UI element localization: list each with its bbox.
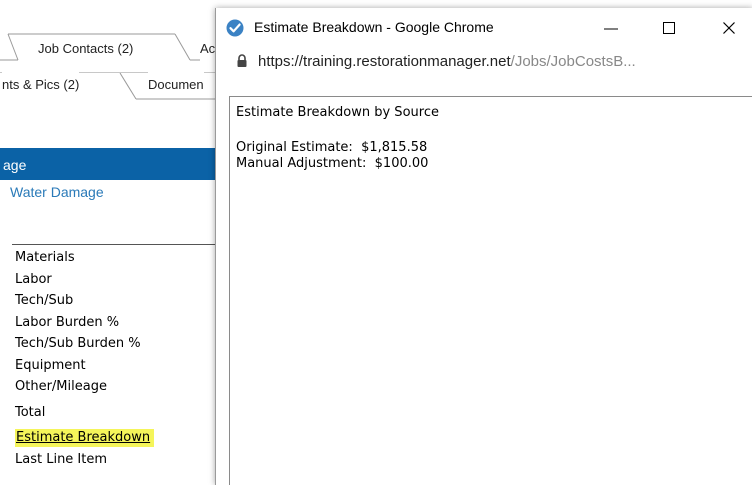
estimate-breakdown-link[interactable]: Estimate Breakdown [15,429,155,447]
tab-ac-label: Ac [200,41,216,56]
manual-adjustment-label: Manual Adjustment: [236,156,367,171]
address-bar[interactable]: https://training.restorationmanager.net/… [216,48,752,76]
url-host: https://training.restorationmanager.net [258,53,511,70]
minimize-icon [604,28,618,30]
original-estimate-label: Original Estimate: [236,140,353,155]
url-text[interactable]: https://training.restorationmanager.net/… [258,53,636,70]
url-path: /Jobs/JobCostsB... [510,53,636,70]
cost-item-total: Total [15,404,46,420]
cost-item-labor-burden: Labor Burden % [15,314,120,330]
original-estimate-row: Original Estimate: $1,815.58 [236,140,427,155]
page-content: Estimate Breakdown by Source Original Es… [229,96,752,485]
water-damage-link[interactable]: Water Damage [10,184,104,200]
cost-item-tech-sub-burden: Tech/Sub Burden % [15,336,141,351]
cost-item-other-mileage: Other/Mileage [15,379,107,394]
close-icon [723,22,735,34]
section-header-label: age [3,157,27,173]
close-button[interactable] [706,8,752,48]
tab-job-contacts[interactable]: Job Contacts (2) [38,36,134,62]
breakdown-heading: Estimate Breakdown by Source [236,105,439,120]
divider [12,244,220,245]
cost-item-labor: Labor [15,271,52,287]
minimize-button[interactable] [588,8,634,48]
tab-row-1: Job Contacts (2) Ac [0,32,230,62]
cost-item-estimate-breakdown: Estimate Breakdown [15,429,155,451]
tab-documents-label: Documen [148,77,204,92]
tab-notes-pics[interactable]: nts & Pics (2) [2,72,80,98]
cost-item-tech-sub: Tech/Sub [15,293,74,308]
window-title: Estimate Breakdown - Google Chrome [254,19,494,35]
manual-adjustment-value: $100.00 [374,156,429,171]
tab-job-contacts-label: Job Contacts (2) [38,41,134,56]
chrome-icon [226,19,244,37]
tab-row-2: nts & Pics (2) Documen [0,72,230,103]
estimate-breakdown-popup-window: Estimate Breakdown - Google Chrome https… [215,8,752,485]
manual-adjustment-row: Manual Adjustment: $100.00 [236,156,428,171]
tab-ac[interactable]: Ac [200,36,216,62]
tab-documents[interactable]: Documen [148,72,204,98]
cost-item-equipment: Equipment [15,357,86,373]
cost-category-list: Materials Labor Tech/Sub Labor Burden % … [15,249,155,472]
lock-icon [237,54,247,67]
original-estimate-value: $1,815.58 [361,140,428,155]
cost-item-materials: Materials [15,250,75,265]
cost-item-last-line-item: Last Line Item [15,451,108,467]
maximize-icon [663,22,675,34]
title-bar[interactable]: Estimate Breakdown - Google Chrome [216,8,752,48]
tab-notes-pics-label: nts & Pics (2) [2,77,80,92]
section-header-bar: age [0,148,220,180]
maximize-button[interactable] [646,8,692,48]
